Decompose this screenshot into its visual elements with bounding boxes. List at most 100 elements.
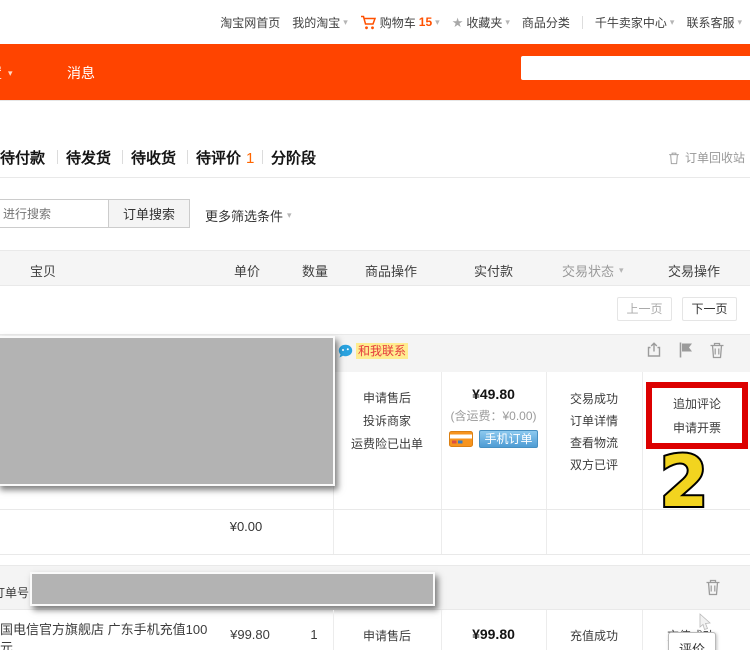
nav-label: 联系客服: [686, 15, 735, 30]
trash-icon[interactable]: [705, 578, 721, 596]
evaluate-popup-button[interactable]: 评价: [668, 632, 716, 650]
tab-divider: [262, 150, 263, 164]
nav-favorites[interactable]: ★ 收藏夹 ▾: [452, 14, 510, 31]
tab-pending-shipment[interactable]: 待发货: [66, 147, 111, 168]
nav-label: 收藏夹: [466, 15, 503, 30]
column-header-quantity: 数量: [302, 264, 329, 279]
tab-pending-review[interactable]: 待评价 1: [196, 147, 254, 168]
order-search-button[interactable]: 订单搜索: [108, 199, 190, 228]
trade-status-text: 充值成功: [569, 629, 618, 643]
caret-down-icon: ▾: [8, 67, 13, 78]
nav-my-taobao[interactable]: 我的淘宝 ▾: [292, 14, 348, 31]
mobile-order-badge[interactable]: 手机订单: [479, 430, 538, 448]
star-icon: ★: [451, 14, 464, 30]
caret-down-icon: ▾: [737, 16, 742, 27]
tab-pending-receipt[interactable]: 待收货: [131, 147, 176, 168]
append-review-link[interactable]: 追加评论: [652, 392, 742, 416]
caret-down-icon: ▾: [669, 16, 675, 27]
nav-seller-center[interactable]: 千牛卖家中心 ▾: [595, 14, 675, 31]
unit-price: ¥99.80: [230, 627, 270, 642]
messages-link[interactable]: 消息: [67, 63, 95, 83]
quantity: 1: [310, 627, 318, 642]
prev-page-button[interactable]: 上一页: [617, 297, 672, 321]
tab-staged[interactable]: 分阶段: [271, 147, 316, 168]
item-ops-cell: 申请售后 投诉商家 运费险已出单: [333, 387, 441, 456]
divider: [0, 509, 750, 510]
header-search-input[interactable]: [521, 56, 750, 80]
tab-label: 待评价: [196, 150, 242, 167]
settings-label: 置: [0, 63, 2, 83]
sub-item-price: ¥0.00: [229, 519, 263, 534]
column-header-item-ops: 商品操作: [365, 264, 418, 279]
flag-icon[interactable]: [678, 341, 694, 359]
paid-amount-cell: ¥49.80 (含运费：¥0.00) 手机订单: [441, 386, 546, 448]
nav-customer-service[interactable]: 联系客服 ▾: [686, 14, 742, 31]
cursor-arrow-icon: [699, 613, 711, 631]
top-nav: 淘宝网首页 我的淘宝 ▾ 购物车 15 ▾ ★ 收藏夹 ▾ 商品分类 千牛卖家中心 ▾ 联系…: [0, 0, 750, 44]
order-table-header: 宝贝 单价 数量 商品操作 实付款 交易状态 ▾ 交易操作: [0, 250, 750, 286]
column-divider: [642, 372, 643, 554]
caret-down-icon: ▾: [435, 16, 440, 27]
apply-aftersales-link[interactable]: 申请售后: [333, 627, 441, 644]
trade-status-text: 交易成功: [569, 392, 618, 406]
nav-label: 我的淘宝: [292, 15, 341, 30]
caret-down-icon: ▾: [343, 16, 348, 27]
nav-label: 千牛卖家中心: [594, 15, 667, 30]
product-title-link[interactable]: 国电信官方旗舰店 广东手机充值100元 话费充值（秒）充值１倍: [0, 621, 215, 650]
complain-seller-link[interactable]: 投诉商家: [333, 410, 441, 433]
annotation-number: 2: [658, 439, 711, 525]
next-page-button[interactable]: 下一页: [682, 297, 737, 321]
settings-menu[interactable]: 置▾: [0, 63, 13, 83]
recycle-label: 订单回收站: [684, 151, 745, 165]
order-number-label: 订单号: [0, 586, 30, 600]
nav-divider: [581, 15, 583, 29]
more-filters-link[interactable]: 更多筛选条件 ▾: [205, 206, 292, 225]
order-detail-link[interactable]: 订单详情: [546, 410, 642, 432]
app-header-bar: 置▾ 消息: [0, 44, 750, 101]
caret-down-icon: ▾: [619, 265, 624, 275]
status-filter-label: 交易状态: [562, 264, 615, 279]
shipping-note: (含运费：¥0.00): [450, 409, 537, 423]
view-logistics-link[interactable]: 查看物流: [546, 432, 642, 454]
column-header-trade-ops: 交易操作: [668, 264, 721, 279]
order-header-actions: [645, 341, 725, 359]
share-icon[interactable]: [645, 341, 663, 359]
nav-label: 购物车: [379, 15, 416, 30]
nav-categories[interactable]: 商品分类: [522, 14, 570, 31]
tab-pending-payment[interactable]: 待付款: [0, 147, 45, 168]
nav-cart[interactable]: 购物车 15 ▾: [360, 14, 440, 31]
column-header-status-filter[interactable]: 交易状态 ▾: [562, 261, 624, 280]
annotation-highlight-box: 追加评论 申请开票: [646, 382, 748, 449]
caret-down-icon: ▾: [287, 210, 292, 220]
request-invoice-link[interactable]: 申请开票: [652, 416, 742, 440]
taobao-order-page: 淘宝网首页 我的淘宝 ▾ 购物车 15 ▾ ★ 收藏夹 ▾ 商品分类 千牛卖家中心 ▾ 联系…: [0, 0, 750, 650]
contact-seller-label: 和我联系: [356, 343, 409, 359]
svg-text:2: 2: [660, 441, 709, 523]
order-recycle-station-link[interactable]: 订单回收站: [668, 149, 745, 166]
divider: [0, 177, 750, 178]
trade-status-cell: 交易成功 订单详情 查看物流 双方已评: [546, 388, 642, 476]
pending-review-count: 1: [246, 150, 255, 167]
redacted-region: [0, 336, 335, 486]
divider: [0, 554, 750, 555]
product-title: 国电信官方旗舰店 广东手机充值100元: [0, 622, 208, 650]
column-header-item: 宝贝: [30, 264, 57, 279]
tab-divider: [187, 150, 188, 164]
nav-label: 商品分类: [521, 15, 570, 30]
tab-divider: [122, 150, 123, 164]
apply-aftersales-link[interactable]: 申请售后: [333, 387, 441, 410]
trash-icon[interactable]: [709, 341, 725, 359]
paid-amount: ¥49.80: [472, 386, 515, 402]
wangwang-icon: [338, 344, 353, 357]
cart-count: 15: [418, 15, 433, 29]
freight-insurance-link[interactable]: 运费险已出单: [333, 433, 441, 456]
tab-divider: [57, 150, 58, 164]
contact-seller-link[interactable]: 和我联系: [338, 343, 409, 359]
nav-taobao-home[interactable]: 淘宝网首页: [220, 14, 280, 31]
column-header-unit-price: 单价: [234, 264, 261, 279]
nav-label: 淘宝网首页: [220, 15, 281, 30]
order-search-input[interactable]: [0, 199, 109, 228]
cart-icon: [360, 15, 376, 29]
more-filters-label: 更多筛选条件: [205, 209, 284, 224]
trash-icon: [669, 152, 679, 164]
